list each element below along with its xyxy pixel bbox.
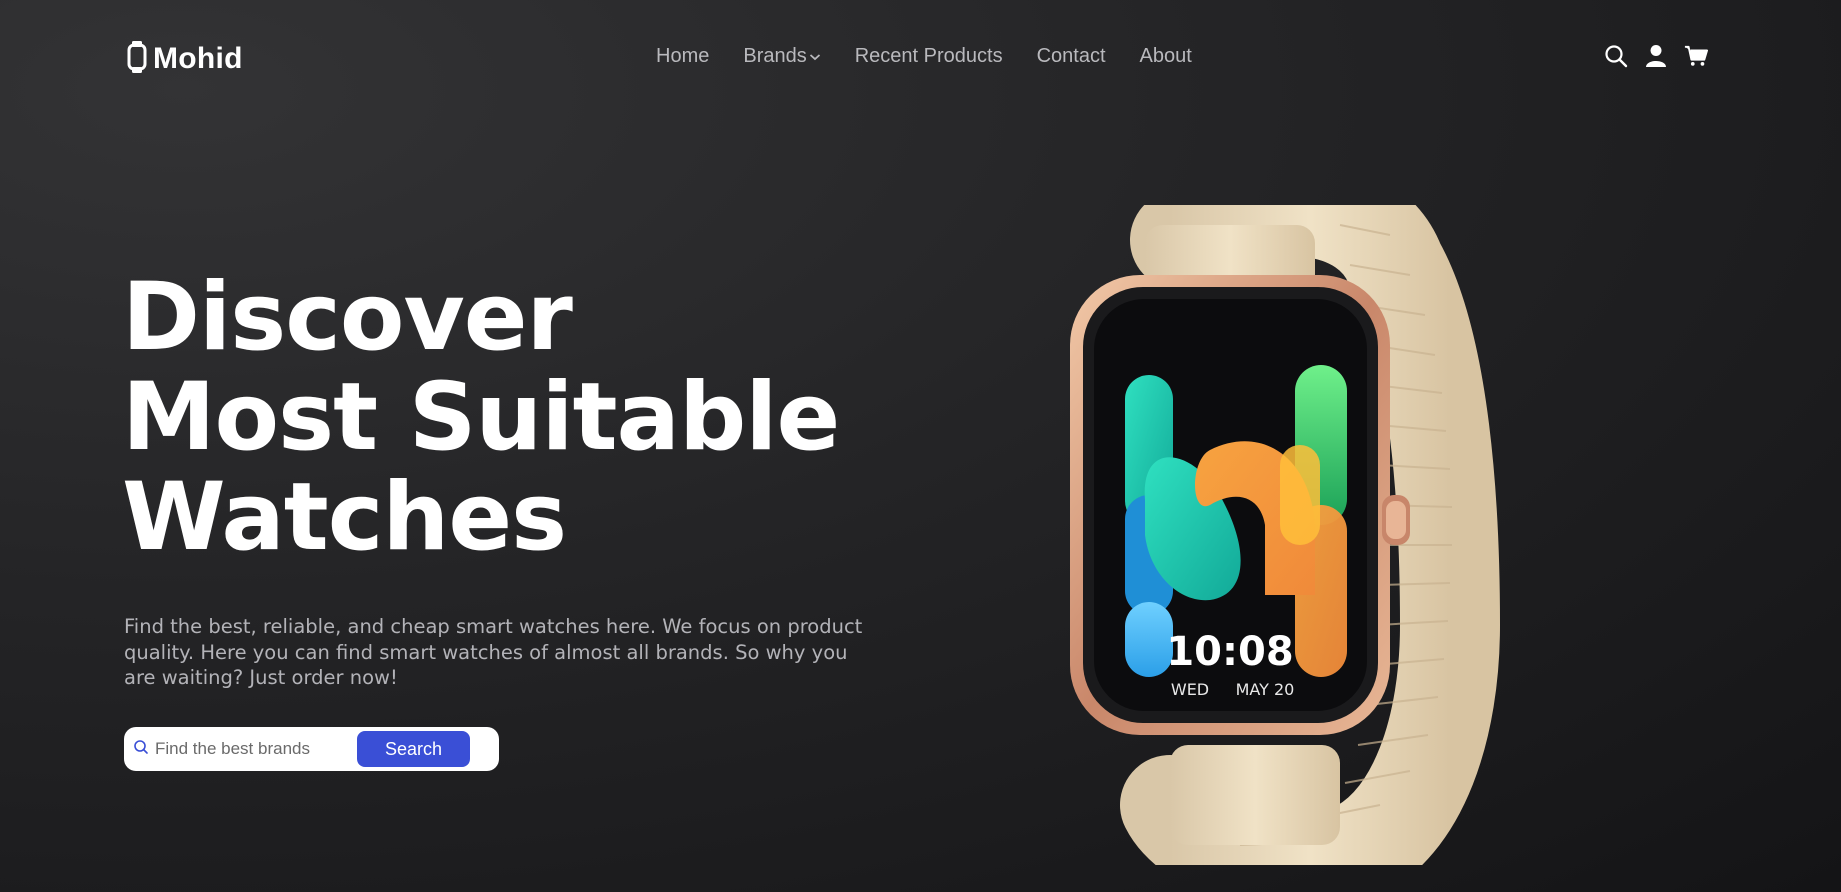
- hero-title-line: Discover: [122, 263, 573, 372]
- nav-home[interactable]: Home: [656, 45, 709, 68]
- watch-day: WED: [1171, 680, 1209, 699]
- search-button[interactable]: Search: [357, 731, 470, 767]
- search-icon[interactable]: [1604, 44, 1628, 68]
- nav-contact[interactable]: Contact: [1037, 45, 1106, 68]
- watch-icon: [127, 41, 147, 77]
- nav-about[interactable]: About: [1140, 45, 1192, 68]
- watch-date: MAY 20: [1236, 680, 1295, 699]
- cart-icon[interactable]: [1684, 44, 1708, 68]
- nav-actions: [1604, 44, 1708, 68]
- hero-watch-image: 10:08 WED MAY 20: [1050, 156, 1600, 892]
- hero-title: Discover Most Suitable Watches: [122, 263, 840, 572]
- brand-search-form: Search: [124, 727, 499, 771]
- nav-about-label: About: [1139, 45, 1192, 67]
- nav-home-label: Home: [656, 45, 710, 67]
- search-field-icon: [133, 739, 149, 759]
- nav-brands-label: Brands: [743, 45, 807, 67]
- main-menu: Home Brands Recent Products Contact Abou…: [656, 45, 1192, 68]
- brand-search-input[interactable]: [155, 739, 355, 759]
- nav-recent-products-label: Recent Products: [854, 45, 1003, 67]
- hero-description: Find the best, reliable, and cheap smart…: [124, 615, 863, 689]
- brand-name: Mohid: [153, 42, 243, 75]
- hero-title-line: Watches: [122, 463, 567, 572]
- brand-logo[interactable]: Mohid: [127, 41, 243, 77]
- nav-recent-products[interactable]: Recent Products: [855, 45, 1003, 68]
- hero-title-line: Most Suitable: [122, 363, 840, 472]
- nav-brands[interactable]: Brands: [743, 45, 820, 68]
- nav-contact-label: Contact: [1036, 45, 1106, 67]
- user-icon[interactable]: [1644, 44, 1668, 68]
- chevron-down-icon: [809, 45, 821, 68]
- top-nav: Mohid Home Brands Recent Products Contac…: [0, 0, 1841, 116]
- watch-time: 10:08: [1166, 629, 1293, 675]
